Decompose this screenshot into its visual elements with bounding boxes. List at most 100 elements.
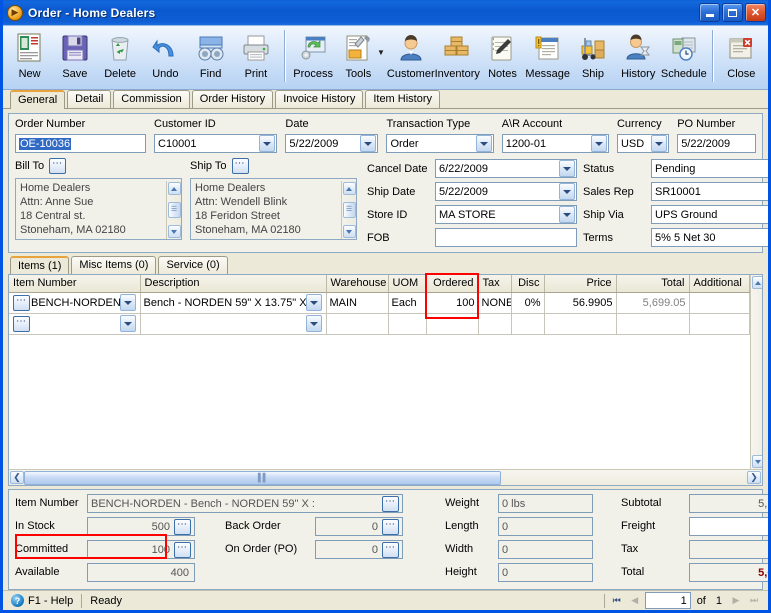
committed-ellipsis-button[interactable]: ⋯ [174,541,191,558]
tab-misc-items[interactable]: Misc Items (0) [71,256,157,274]
maximize-button[interactable] [722,3,743,22]
cell-warehouse[interactable]: MAIN [326,292,389,314]
ship-to-ellipsis-button[interactable]: ⋯ [231,158,249,174]
toolbar-button-undo[interactable]: Undo [143,28,188,88]
tools-dropdown-caret-icon[interactable]: ▼ [377,48,385,57]
tab-general[interactable]: General [10,90,66,109]
toolbar-button-print[interactable]: Print [233,28,278,88]
cell-additional-empty[interactable] [689,313,750,335]
toolbar-button-notes[interactable]: Notes [480,28,525,88]
toolbar-button-new[interactable]: New [7,28,52,88]
ship-to-address-box[interactable]: Home Dealers Attn: Wendell Blink 18 Feri… [190,178,357,240]
committed-input[interactable]: 100 ⋯ [87,540,195,559]
grid-scroll-down-icon[interactable] [751,455,762,468]
bill-to-ellipsis-button[interactable]: ⋯ [49,158,67,174]
ship-to-scroll-thumb[interactable]: ☰ [342,202,356,218]
cell-uom-empty[interactable] [388,313,427,335]
in-stock-input[interactable]: 500 ⋯ [87,517,195,536]
bill-to-scrollbar[interactable]: ☰ [166,181,181,239]
weight-input[interactable]: 0 lbs [498,494,593,513]
cancel-date-chevron-down-icon[interactable] [559,160,575,177]
column-header-total[interactable]: Total [616,275,690,293]
cell-additional[interactable] [689,292,750,314]
back-order-input[interactable]: 0 ⋯ [315,517,403,536]
transaction-type-chevron-down-icon[interactable] [475,135,492,152]
currency-input[interactable]: USD [616,134,670,153]
tab-detail[interactable]: Detail [67,90,112,108]
grid-scroll-left-icon[interactable]: ❮ [10,471,24,484]
bill-to-scroll-thumb[interactable]: ☰ [167,202,181,218]
detail-item-number-input[interactable]: BENCH-NORDEN - Bench - NORDEN 59" X : ⋯ [87,494,403,513]
cell-uom[interactable]: Each [388,292,427,314]
table-row[interactable]: ⋯ BENCH-NORDEN Bench - NORDEN 59" X 13.7… [9,292,750,314]
cancel-date-input[interactable]: 6/22/2009 [435,159,577,178]
customer-id-chevron-down-icon[interactable] [259,135,276,152]
column-header-uom[interactable]: UOM [388,275,427,293]
currency-chevron-down-icon[interactable] [651,135,668,152]
grid-scroll-up-icon[interactable] [751,276,762,289]
on-order-po-input[interactable]: 0 ⋯ [315,540,403,559]
ship-to-scroll-up-icon[interactable] [342,182,356,195]
width-input[interactable]: 0 [498,540,593,559]
toolbar-button-message[interactable]: Message [525,28,570,88]
nav-last-icon[interactable]: ⏭ [746,593,762,609]
cell-tax[interactable]: NONE [478,292,512,314]
cell-item-number-empty[interactable]: ⋯ [9,313,141,335]
on-order-po-ellipsis-button[interactable]: ⋯ [382,541,399,558]
bill-to-address-box[interactable]: Home Dealers Attn: Anne Sue 18 Central s… [15,178,182,240]
tab-order-history[interactable]: Order History [191,90,274,108]
cell-tax-empty[interactable] [478,313,512,335]
transaction-type-input[interactable]: Order [386,134,494,153]
nav-page-input[interactable]: 1 [644,592,691,609]
tab-commission[interactable]: Commission [113,90,190,108]
toolbar-button-close[interactable]: Close [719,28,764,88]
toolbar-button-history[interactable]: History [616,28,661,88]
items-grid-horizontal-scrollbar[interactable]: ❮ ▌▌ ❯ [9,469,762,485]
tab-invoice-history[interactable]: Invoice History [275,90,364,108]
column-header-tax[interactable]: Tax [478,275,512,293]
toolbar-button-process[interactable]: Process [291,28,336,88]
minimize-button[interactable] [699,3,720,22]
toolbar-button-tools[interactable]: Tools [336,28,381,88]
row2-description-chevron-down-icon[interactable] [305,315,322,332]
toolbar-button-find[interactable]: Find [188,28,233,88]
ar-account-input[interactable]: 1200-01 [501,134,609,153]
tab-items[interactable]: Items (1) [10,256,70,275]
store-id-chevron-down-icon[interactable] [559,206,575,223]
toolbar-button-inventory[interactable]: Inventory [435,28,480,88]
height-input[interactable]: 0 [498,563,593,582]
terms-input[interactable]: 5% 5 Net 30 [651,228,768,247]
column-header-item-number[interactable]: Item Number [9,275,141,293]
cell-ordered-empty[interactable] [426,313,479,335]
nav-first-icon[interactable]: ⏮ [609,593,625,609]
date-chevron-down-icon[interactable] [360,135,377,152]
ar-account-chevron-down-icon[interactable] [590,135,607,152]
date-input[interactable]: 5/22/2009 [285,134,379,153]
ship-via-input[interactable]: UPS Ground [651,205,768,224]
store-id-input[interactable]: MA STORE [435,205,577,224]
cell-price[interactable]: 56.9905 [544,292,617,314]
cell-warehouse-empty[interactable] [326,313,389,335]
ship-date-chevron-down-icon[interactable] [559,183,575,200]
status-help-cell[interactable]: ? F1 - Help [5,593,79,609]
cell-item-number[interactable]: ⋯ BENCH-NORDEN [9,292,141,314]
toolbar-button-customer[interactable]: Customer [387,28,435,88]
close-button[interactable]: ✕ [745,3,766,22]
toolbar-button-schedule[interactable]: Schedule [661,28,707,88]
bill-to-scroll-down-icon[interactable] [167,225,181,238]
cell-price-empty[interactable] [544,313,617,335]
order-number-input[interactable]: OE-10036 [15,134,146,153]
cell-ordered[interactable]: 100 [426,292,479,314]
freight-input[interactable]: 0.00 [689,517,768,536]
status-input[interactable]: Pending [651,159,768,178]
ship-date-input[interactable]: 5/22/2009 [435,182,577,201]
tab-service[interactable]: Service (0) [158,256,228,274]
toolbar-button-save[interactable]: Save [52,28,97,88]
row1-description-chevron-down-icon[interactable] [305,294,322,311]
back-order-ellipsis-button[interactable]: ⋯ [382,518,399,535]
cell-description[interactable]: Bench - NORDEN 59" X 13.75" X 17 [140,292,327,314]
customer-id-input[interactable]: C10001 [154,134,278,153]
detail-item-ellipsis-button[interactable]: ⋯ [382,495,399,512]
cell-description-empty[interactable] [140,313,327,335]
row1-item-ellipsis-button[interactable]: ⋯ [13,294,30,311]
